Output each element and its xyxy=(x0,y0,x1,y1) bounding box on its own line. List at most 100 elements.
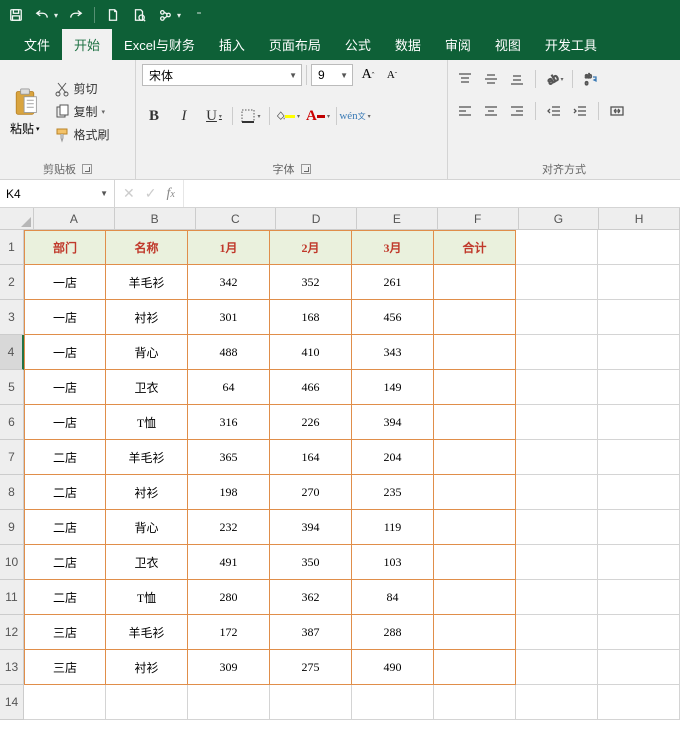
cell-E10[interactable]: 103 xyxy=(352,545,434,580)
cell-E3[interactable]: 456 xyxy=(352,300,434,335)
tab-3[interactable]: 插入 xyxy=(207,29,257,60)
font-color-button[interactable]: A▾ xyxy=(306,104,330,128)
cell-D3[interactable]: 168 xyxy=(270,300,352,335)
merge-center-button[interactable] xyxy=(606,100,628,122)
cell-A2[interactable]: 一店 xyxy=(24,265,106,300)
cell-F1[interactable]: 合计 xyxy=(434,230,516,265)
cell-C5[interactable]: 64 xyxy=(188,370,270,405)
cancel-formula-icon[interactable]: ✕ xyxy=(123,185,135,202)
cell-C10[interactable]: 491 xyxy=(188,545,270,580)
cell-E7[interactable]: 204 xyxy=(352,440,434,475)
tab-2[interactable]: Excel与财务 xyxy=(112,29,207,60)
cell-G7[interactable] xyxy=(516,440,598,475)
cell-D11[interactable]: 362 xyxy=(270,580,352,615)
cell-C14[interactable] xyxy=(188,685,270,720)
cell-F7[interactable] xyxy=(434,440,516,475)
tab-5[interactable]: 公式 xyxy=(333,29,383,60)
row-header-4[interactable]: 4 xyxy=(0,335,24,370)
align-middle-button[interactable] xyxy=(480,68,502,90)
italic-button[interactable]: I xyxy=(172,104,196,128)
cut-button[interactable]: 剪切 xyxy=(50,78,114,99)
cell-G1[interactable] xyxy=(516,230,598,265)
cell-D6[interactable]: 226 xyxy=(270,405,352,440)
cell-B10[interactable]: 卫衣 xyxy=(106,545,188,580)
cell-C6[interactable]: 316 xyxy=(188,405,270,440)
cell-D12[interactable]: 387 xyxy=(270,615,352,650)
cell-C8[interactable]: 198 xyxy=(188,475,270,510)
row-header-7[interactable]: 7 xyxy=(0,440,24,475)
decrease-indent-button[interactable] xyxy=(543,100,565,122)
cell-H3[interactable] xyxy=(598,300,680,335)
print-preview-icon[interactable] xyxy=(131,7,147,23)
cell-F12[interactable] xyxy=(434,615,516,650)
cell-D9[interactable]: 394 xyxy=(270,510,352,545)
cell-F10[interactable] xyxy=(434,545,516,580)
cell-F6[interactable] xyxy=(434,405,516,440)
cell-A6[interactable]: 一店 xyxy=(24,405,106,440)
cell-H14[interactable] xyxy=(598,685,680,720)
row-header-13[interactable]: 13 xyxy=(0,650,24,685)
undo-dropdown-icon[interactable]: ▾ xyxy=(54,11,58,20)
cell-A8[interactable]: 二店 xyxy=(24,475,106,510)
qat-customize-icon[interactable]: ⁼ xyxy=(191,7,207,23)
cell-E4[interactable]: 343 xyxy=(352,335,434,370)
cell-B7[interactable]: 羊毛衫 xyxy=(106,440,188,475)
cell-F2[interactable] xyxy=(434,265,516,300)
orientation-button[interactable]: ab▾ xyxy=(543,68,565,90)
cell-B2[interactable]: 羊毛衫 xyxy=(106,265,188,300)
cell-G14[interactable] xyxy=(516,685,598,720)
cell-D14[interactable] xyxy=(270,685,352,720)
col-header-C[interactable]: C xyxy=(196,208,277,230)
col-header-H[interactable]: H xyxy=(599,208,680,230)
cell-H12[interactable] xyxy=(598,615,680,650)
align-center-button[interactable] xyxy=(480,100,502,122)
cell-A13[interactable]: 三店 xyxy=(24,650,106,685)
cell-H13[interactable] xyxy=(598,650,680,685)
cell-B14[interactable] xyxy=(106,685,188,720)
cell-G6[interactable] xyxy=(516,405,598,440)
row-header-1[interactable]: 1 xyxy=(0,230,24,265)
cell-B13[interactable]: 衬衫 xyxy=(106,650,188,685)
bold-button[interactable]: B xyxy=(142,104,166,128)
cell-F3[interactable] xyxy=(434,300,516,335)
col-header-G[interactable]: G xyxy=(519,208,600,230)
row-header-6[interactable]: 6 xyxy=(0,405,24,440)
cell-D2[interactable]: 352 xyxy=(270,265,352,300)
cell-G11[interactable] xyxy=(516,580,598,615)
cell-grid[interactable]: 部门名称1月2月3月合计一店羊毛衫342352261一店衬衫301168456一… xyxy=(24,230,680,720)
align-bottom-button[interactable] xyxy=(506,68,528,90)
cell-H10[interactable] xyxy=(598,545,680,580)
cell-B11[interactable]: T恤 xyxy=(106,580,188,615)
cell-B9[interactable]: 背心 xyxy=(106,510,188,545)
col-header-F[interactable]: F xyxy=(438,208,519,230)
cell-F5[interactable] xyxy=(434,370,516,405)
decrease-font-button[interactable]: Aˇ xyxy=(381,64,403,86)
cell-A10[interactable]: 二店 xyxy=(24,545,106,580)
cell-F4[interactable] xyxy=(434,335,516,370)
wrap-text-button[interactable]: abc xyxy=(580,68,602,90)
align-left-button[interactable] xyxy=(454,100,476,122)
cell-F13[interactable] xyxy=(434,650,516,685)
font-dialog-launcher[interactable] xyxy=(301,164,311,174)
cell-B5[interactable]: 卫衣 xyxy=(106,370,188,405)
cell-B3[interactable]: 衬衫 xyxy=(106,300,188,335)
cell-E5[interactable]: 149 xyxy=(352,370,434,405)
row-header-5[interactable]: 5 xyxy=(0,370,24,405)
cell-C11[interactable]: 280 xyxy=(188,580,270,615)
fill-color-button[interactable]: ▾ xyxy=(276,104,300,128)
cell-C13[interactable]: 309 xyxy=(188,650,270,685)
enter-formula-icon[interactable]: ✓ xyxy=(145,185,157,202)
border-button[interactable]: ▾ xyxy=(239,104,263,128)
cell-A1[interactable]: 部门 xyxy=(24,230,106,265)
cell-E13[interactable]: 490 xyxy=(352,650,434,685)
undo-icon[interactable] xyxy=(34,7,50,23)
tab-9[interactable]: 开发工具 xyxy=(533,29,609,60)
cell-A9[interactable]: 二店 xyxy=(24,510,106,545)
cell-H6[interactable] xyxy=(598,405,680,440)
cell-C1[interactable]: 1月 xyxy=(188,230,270,265)
row-header-2[interactable]: 2 xyxy=(0,265,24,300)
cell-A4[interactable]: 一店 xyxy=(24,335,106,370)
cell-F11[interactable] xyxy=(434,580,516,615)
cell-G4[interactable] xyxy=(516,335,598,370)
cell-A12[interactable]: 三店 xyxy=(24,615,106,650)
